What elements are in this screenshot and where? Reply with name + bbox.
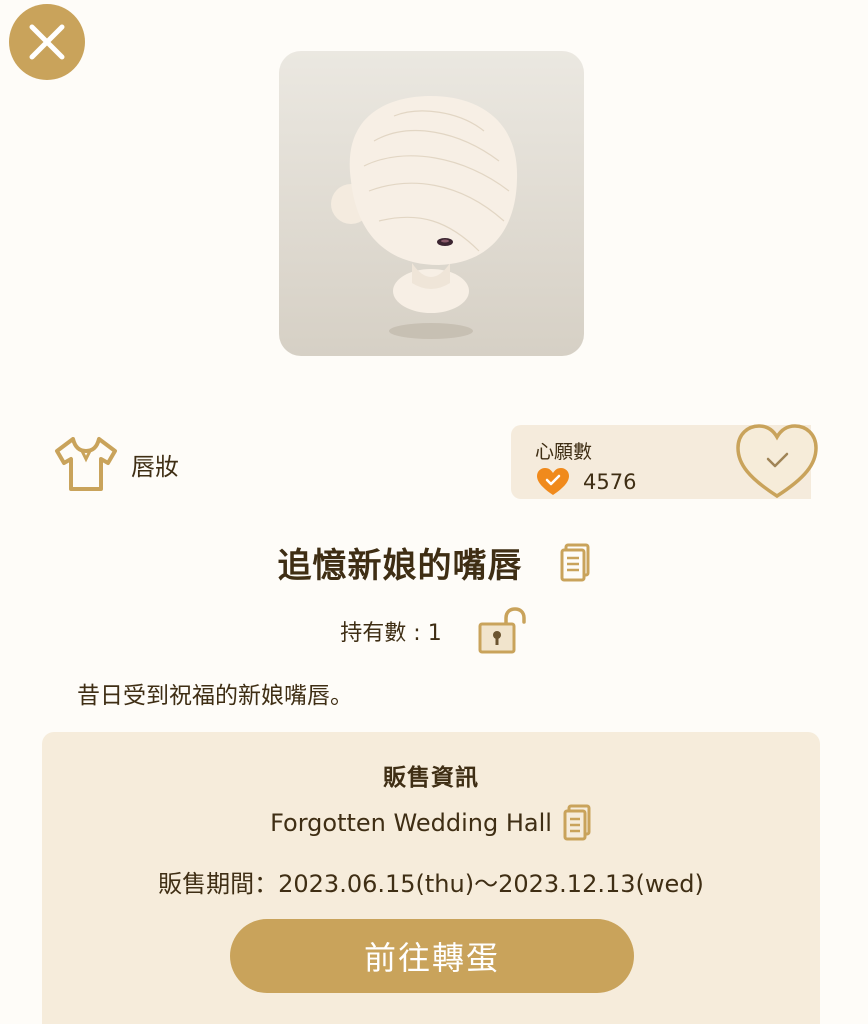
item-description: 昔日受到祝福的新娘嘴唇。 [77,683,353,709]
item-title-row: 追憶新娘的嘴唇 [0,538,868,587]
sale-info-heading: 販售資訊 [383,765,479,791]
shirt-icon [53,435,119,493]
item-name: 追憶新娘的嘴唇 [277,546,523,586]
close-button[interactable] [9,4,85,80]
go-to-gacha-button[interactable]: 前往轉蛋 [230,919,634,993]
sale-source-row: Forgotten Wedding Hall [42,804,820,842]
owned-row: 持有數 : 1 [0,606,868,656]
owned-count: 持有數 : 1 [340,621,442,646]
wishlist-toggle-button[interactable] [735,422,819,500]
sale-source-name: Forgotten Wedding Hall [270,809,552,837]
document-icon[interactable] [562,804,592,842]
unlocked-padlock-icon[interactable] [476,606,528,656]
heart-outline-check-icon [735,422,819,500]
sale-info-panel: 販售資訊 Forgotten Wedding Hall 販售期間：2023.06… [42,732,820,1024]
item-category: 唇妝 [53,434,179,494]
category-label: 唇妝 [131,452,179,481]
close-icon [27,22,67,62]
document-icon[interactable] [559,543,591,583]
item-preview-image [279,51,584,356]
wishlist-count: 4576 [583,470,637,494]
heart-check-icon [535,467,571,497]
wishlist-label: 心願數 [535,441,593,463]
sale-period: 販售期間：2023.06.15(thu)～2023.12.13(wed) [158,870,704,898]
